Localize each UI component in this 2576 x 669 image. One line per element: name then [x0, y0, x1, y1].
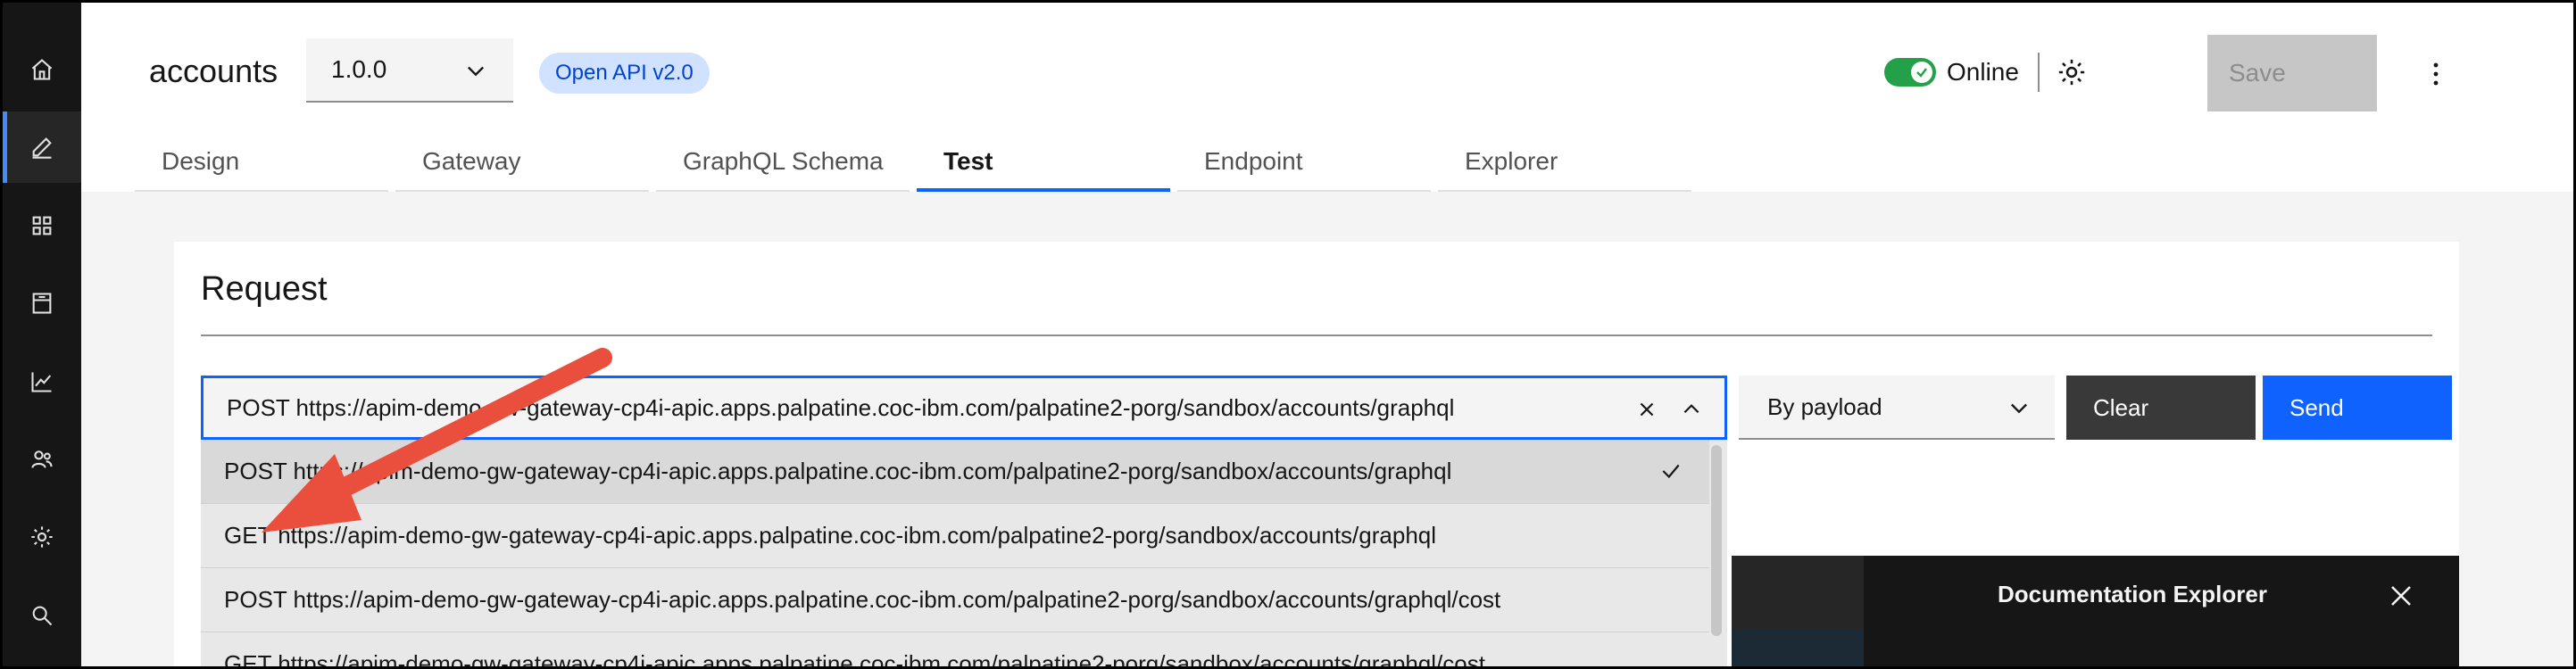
- checkmark-icon: [1662, 464, 1680, 479]
- apps-icon[interactable]: [3, 190, 81, 261]
- endpoint-url-menu: POST https://apim-demo-gw-gateway-cp4i-a…: [201, 440, 1727, 669]
- request-title: Request: [201, 270, 328, 308]
- doc-explorer-title: Documentation Explorer: [1998, 581, 2267, 607]
- checkmark-icon: [1916, 68, 1927, 78]
- openapi-version-tag: Open API v2.0: [539, 53, 710, 94]
- app-window: accounts 1.0.0 Open API v2.0 Online Save…: [0, 0, 2576, 669]
- search-icon[interactable]: [3, 580, 81, 651]
- menu-item-url[interactable]: GET https://apim-demo-gw-gateway-cp4i-ap…: [201, 632, 1709, 669]
- tab-endpoint[interactable]: Endpoint: [1177, 136, 1431, 192]
- version-select[interactable]: 1.0.0: [306, 38, 513, 103]
- payload-mode-value: By payload: [1767, 392, 1882, 420]
- analytics-icon[interactable]: [3, 346, 81, 417]
- chevron-up-icon[interactable]: [1680, 398, 1703, 421]
- tab-design[interactable]: Design: [135, 136, 388, 192]
- online-toggle[interactable]: [1884, 58, 1936, 87]
- archive-icon[interactable]: [3, 268, 81, 339]
- tab-test[interactable]: Test: [917, 136, 1170, 192]
- online-label: Online: [1947, 58, 2019, 86]
- version-value: 1.0.0: [331, 55, 387, 83]
- close-icon[interactable]: [2388, 582, 2414, 609]
- tab-explorer[interactable]: Explorer: [1438, 136, 1691, 192]
- home-icon[interactable]: [3, 34, 81, 105]
- api-title: accounts: [149, 53, 278, 89]
- header-divider: [2038, 53, 2040, 92]
- gear-icon[interactable]: [2052, 53, 2091, 92]
- menu-scrollbar[interactable]: [1711, 445, 1722, 636]
- menu-item-label: POST https://apim-demo-gw-gateway-cp4i-a…: [224, 458, 1452, 484]
- endpoint-url-select[interactable]: POST https://apim-demo-gw-gateway-cp4i-a…: [201, 376, 1727, 440]
- menu-item-label: POST https://apim-demo-gw-gateway-cp4i-a…: [224, 586, 1501, 613]
- payload-mode-select[interactable]: By payload: [1739, 376, 2055, 440]
- overflow-menu-icon[interactable]: [2427, 56, 2445, 92]
- close-icon[interactable]: [1635, 398, 1658, 421]
- send-button[interactable]: Send: [2263, 376, 2452, 440]
- chevron-down-icon: [468, 66, 484, 77]
- request-card: Request POST https://apim-demo-gw-gatewa…: [174, 242, 2459, 669]
- save-button[interactable]: Save: [2207, 35, 2377, 112]
- left-nav-rail: [3, 3, 81, 666]
- menu-item-label: GET https://apim-demo-gw-gateway-cp4i-ap…: [224, 650, 1485, 669]
- tab-graphql-schema[interactable]: GraphQL Schema: [656, 136, 910, 192]
- users-icon[interactable]: [3, 424, 81, 495]
- clear-button[interactable]: Clear: [2066, 376, 2256, 440]
- menu-item-url[interactable]: POST https://apim-demo-gw-gateway-cp4i-a…: [201, 568, 1709, 632]
- settings-icon[interactable]: [3, 501, 81, 573]
- graphql-editor-strip: [1732, 629, 1864, 666]
- tab-gateway[interactable]: Gateway: [395, 136, 649, 192]
- divider: [201, 334, 2432, 336]
- documentation-explorer: Documentation Explorer: [1864, 556, 2459, 666]
- edit-icon[interactable]: [3, 112, 81, 183]
- menu-item-url[interactable]: POST https://apim-demo-gw-gateway-cp4i-a…: [201, 440, 1709, 504]
- chevron-down-icon: [2011, 403, 2027, 414]
- selected-url: POST https://apim-demo-gw-gateway-cp4i-a…: [227, 393, 1455, 421]
- api-header: accounts 1.0.0 Open API v2.0 Online Save…: [81, 3, 2573, 192]
- menu-item-url[interactable]: GET https://apim-demo-gw-gateway-cp4i-ap…: [201, 504, 1709, 568]
- menu-item-label: GET https://apim-demo-gw-gateway-cp4i-ap…: [224, 522, 1437, 549]
